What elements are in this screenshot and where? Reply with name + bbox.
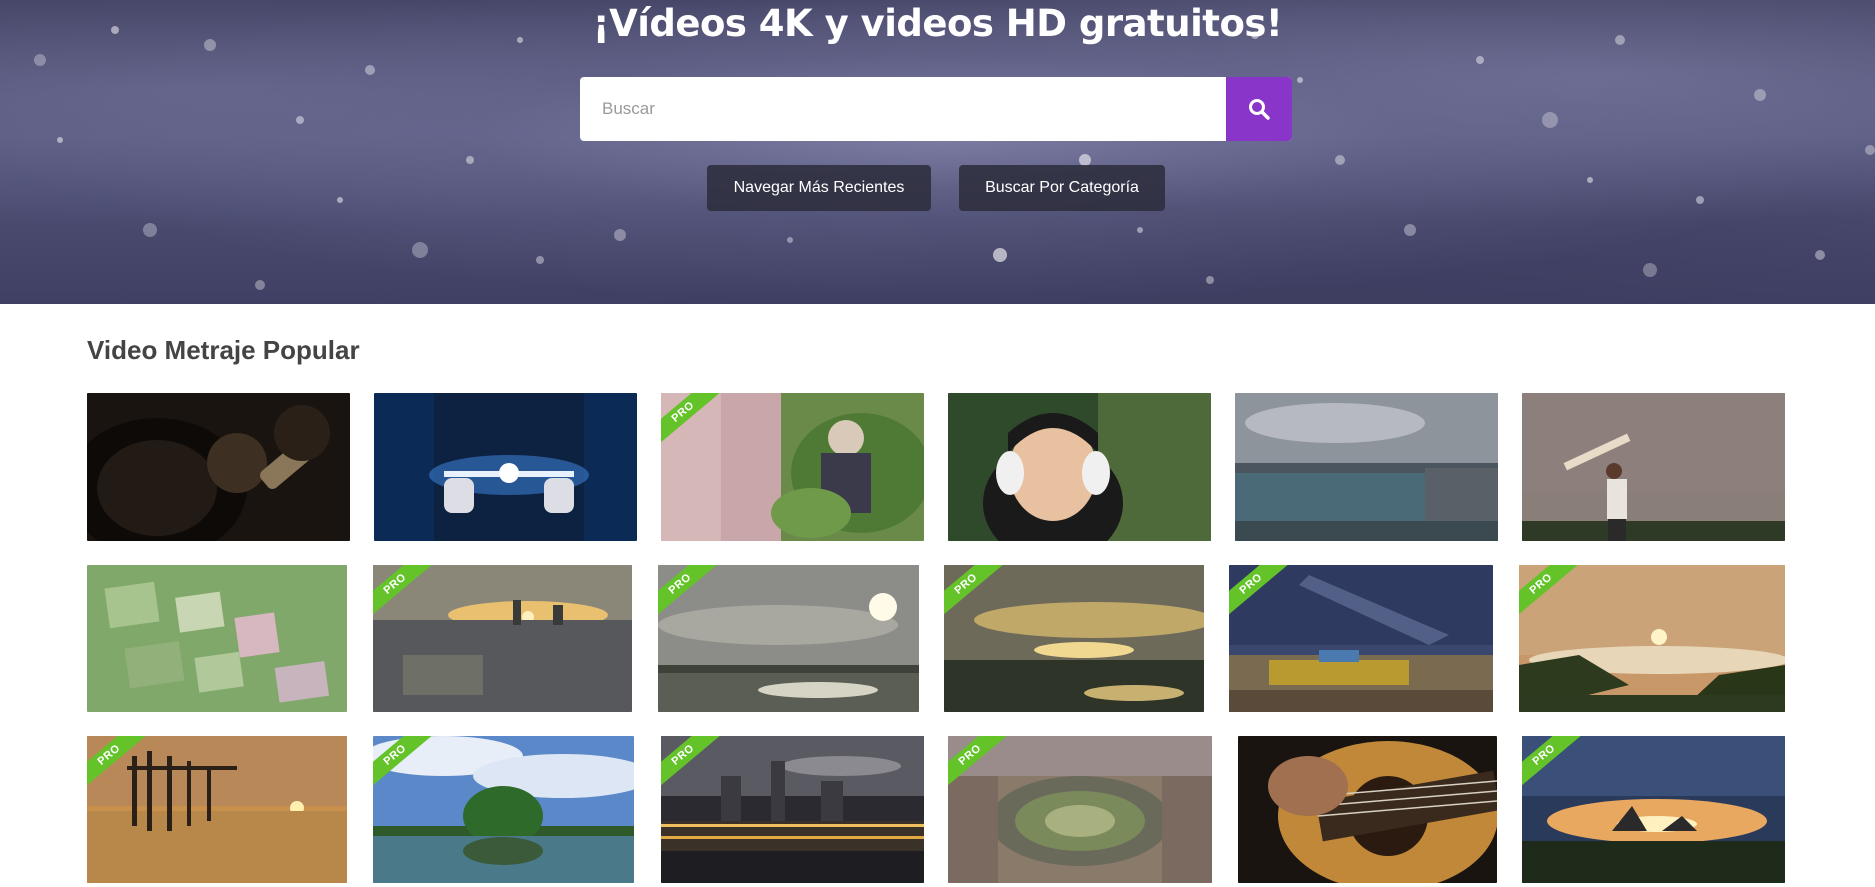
browse-category-button[interactable]: Buscar Por Categoría xyxy=(959,165,1165,211)
video-image xyxy=(1238,736,1497,883)
video-image xyxy=(661,736,924,883)
video-thumbnail[interactable]: PRO xyxy=(87,736,347,883)
hero-title: ¡Vídeos 4K y videos HD gratuitos! xyxy=(592,2,1283,45)
video-thumbnail[interactable]: PRO xyxy=(1522,736,1785,883)
search-button[interactable] xyxy=(1226,77,1292,141)
video-thumbnail[interactable]: PRO xyxy=(661,736,924,883)
hero-banner: ¡Vídeos 4K y videos HD gratuitos! Navega… xyxy=(0,0,1875,304)
video-image xyxy=(87,736,347,883)
video-image xyxy=(661,393,924,541)
rain-drops-decoration xyxy=(34,26,1875,290)
video-thumbnail[interactable]: PRO xyxy=(373,565,632,712)
video-image xyxy=(948,393,1211,541)
video-thumbnail[interactable] xyxy=(374,393,637,541)
video-thumbnail[interactable]: PRO xyxy=(661,393,924,541)
video-image xyxy=(1229,565,1493,712)
video-image xyxy=(373,736,634,883)
video-thumbnail[interactable]: PRO xyxy=(373,736,634,883)
video-image xyxy=(87,565,347,712)
video-thumbnail[interactable] xyxy=(1522,393,1785,541)
video-image xyxy=(944,565,1204,712)
search-input[interactable] xyxy=(580,77,1226,141)
video-thumbnail[interactable]: PRO xyxy=(948,736,1212,883)
video-thumbnail[interactable] xyxy=(87,565,347,712)
video-thumbnail[interactable]: PRO xyxy=(658,565,919,712)
video-thumbnail[interactable] xyxy=(1238,736,1497,883)
video-thumbnail[interactable] xyxy=(87,393,350,541)
browse-recent-button[interactable]: Navegar Más Recientes xyxy=(707,165,931,211)
video-image xyxy=(658,565,919,712)
video-image xyxy=(948,736,1212,883)
video-image xyxy=(373,565,632,712)
video-thumbnail[interactable] xyxy=(1235,393,1498,541)
video-image xyxy=(1235,393,1498,541)
video-image xyxy=(87,393,350,541)
video-image xyxy=(1522,736,1785,883)
video-image xyxy=(1519,565,1785,712)
video-thumbnail[interactable]: PRO xyxy=(1519,565,1785,712)
video-thumbnail[interactable]: PRO xyxy=(944,565,1204,712)
video-thumbnail[interactable]: PRO xyxy=(1229,565,1493,712)
video-thumbnail[interactable] xyxy=(948,393,1211,541)
video-image xyxy=(1522,393,1785,541)
section-title: Video Metraje Popular xyxy=(87,335,360,365)
search-icon xyxy=(1249,99,1270,120)
video-image xyxy=(374,393,637,541)
search-bar xyxy=(580,77,1292,141)
